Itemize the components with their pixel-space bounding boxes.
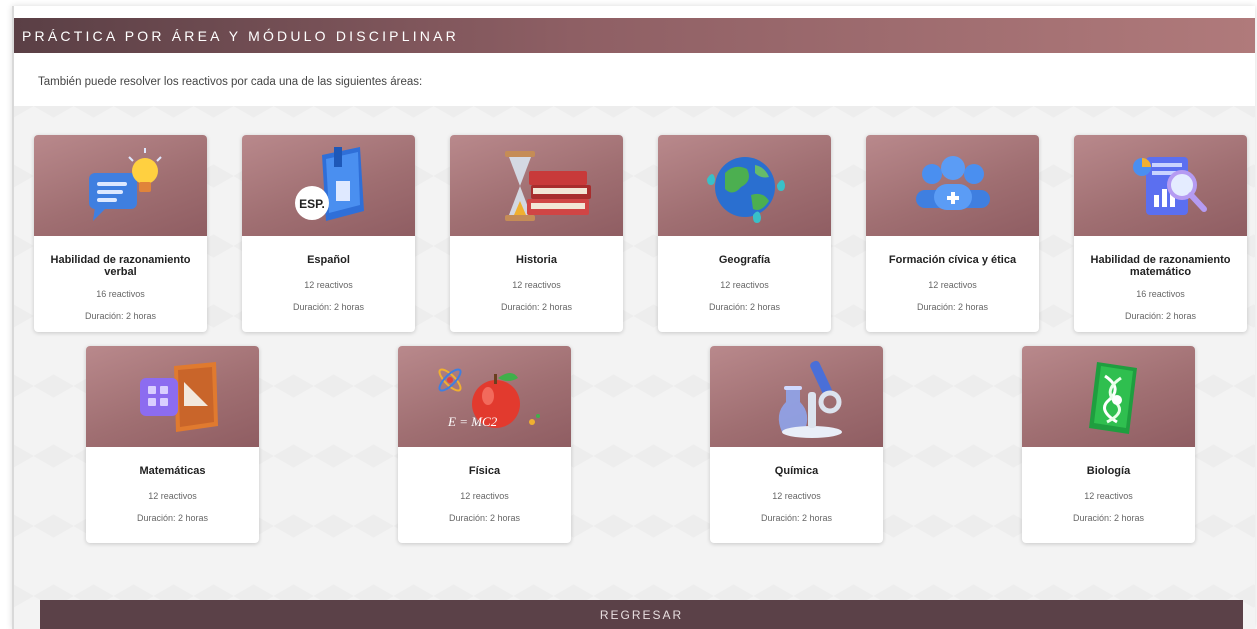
card-razonamiento-matematico[interactable]: Habilidad de razonamiento matemático 16 … xyxy=(1074,135,1247,332)
card-fisica[interactable]: E = MC2 Física 12 reactivos Duración: 2 … xyxy=(398,346,571,543)
card-count: 12 reactivos xyxy=(512,280,561,290)
card-duration: Duración: 2 horas xyxy=(448,513,521,523)
microscope-icon xyxy=(710,346,883,447)
book-esp-icon: ESP. xyxy=(242,135,415,236)
card-title: Español xyxy=(307,254,350,266)
page-frame: PRÁCTICA POR ÁREA Y MÓDULO DISCIPLINAR T… xyxy=(12,6,1255,629)
card-title: Química xyxy=(774,465,819,477)
page-header: PRÁCTICA POR ÁREA Y MÓDULO DISCIPLINAR xyxy=(14,18,1255,53)
card-title: Geografía xyxy=(718,254,771,266)
card-title: Física xyxy=(468,465,501,477)
card-count: 12 reactivos xyxy=(720,280,769,290)
card-duration: Duración: 2 horas xyxy=(916,302,989,312)
card-title: Historia xyxy=(516,254,557,266)
card-count: 12 reactivos xyxy=(772,491,821,501)
card-count: 12 reactivos xyxy=(928,280,977,290)
back-button[interactable]: REGRESAR xyxy=(40,600,1243,629)
hourglass-books-icon xyxy=(450,135,623,236)
chat-bulb-icon xyxy=(34,135,207,236)
intro-text: También puede resolver los reactivos por… xyxy=(38,76,423,88)
people-icon xyxy=(866,135,1039,236)
card-count: 12 reactivos xyxy=(1084,491,1133,501)
card-count: 16 reactivos xyxy=(1136,289,1185,299)
card-duration: Duración: 2 horas xyxy=(500,302,573,312)
card-duration: Duración: 2 horas xyxy=(292,302,365,312)
card-count: 12 reactivos xyxy=(460,491,509,501)
card-espanol[interactable]: ESP. Español 12 reactivos Duración: 2 ho… xyxy=(242,135,415,332)
page-title: PRÁCTICA POR ÁREA Y MÓDULO DISCIPLINAR xyxy=(22,27,459,44)
card-historia[interactable]: Historia 12 reactivos Duración: 2 horas xyxy=(450,135,623,332)
card-title: Biología xyxy=(1086,465,1131,477)
formula-text: E = MC2 xyxy=(447,414,498,429)
report-magnifier-icon xyxy=(1074,135,1247,236)
card-formacion-civica[interactable]: Formación cívica y ética 12 reactivos Du… xyxy=(866,135,1039,332)
card-count: 16 reactivos xyxy=(96,289,145,299)
apple-atom-icon: E = MC2 xyxy=(398,346,571,447)
card-count: 12 reactivos xyxy=(148,491,197,501)
back-button-label: REGRESAR xyxy=(599,607,684,622)
card-duration: Duración: 2 horas xyxy=(1072,513,1145,523)
card-count: 12 reactivos xyxy=(304,280,353,290)
card-duration: Duración: 2 horas xyxy=(1124,311,1197,321)
esp-badge-text: ESP. xyxy=(299,197,325,211)
card-geografia[interactable]: Geografía 12 reactivos Duración: 2 horas xyxy=(658,135,831,332)
card-title: Formación cívica y ética xyxy=(888,254,1017,266)
card-duration: Duración: 2 horas xyxy=(84,311,157,321)
card-razonamiento-verbal[interactable]: Habilidad de razonamiento verbal 16 reac… xyxy=(34,135,207,332)
card-title: Habilidad de razonamiento matemático xyxy=(1090,254,1231,278)
dna-book-icon xyxy=(1022,346,1195,447)
card-matematicas[interactable]: Matemáticas 12 reactivos Duración: 2 hor… xyxy=(86,346,259,543)
card-quimica[interactable]: Química 12 reactivos Duración: 2 horas xyxy=(710,346,883,543)
card-biologia[interactable]: Biología 12 reactivos Duración: 2 horas xyxy=(1022,346,1195,543)
globe-icon xyxy=(658,135,831,236)
card-duration: Duración: 2 horas xyxy=(708,302,781,312)
calculator-ruler-icon xyxy=(86,346,259,447)
card-duration: Duración: 2 horas xyxy=(760,513,833,523)
card-title: Matemáticas xyxy=(139,465,206,477)
card-duration: Duración: 2 horas xyxy=(136,513,209,523)
card-title: Habilidad de razonamiento verbal xyxy=(50,254,191,278)
